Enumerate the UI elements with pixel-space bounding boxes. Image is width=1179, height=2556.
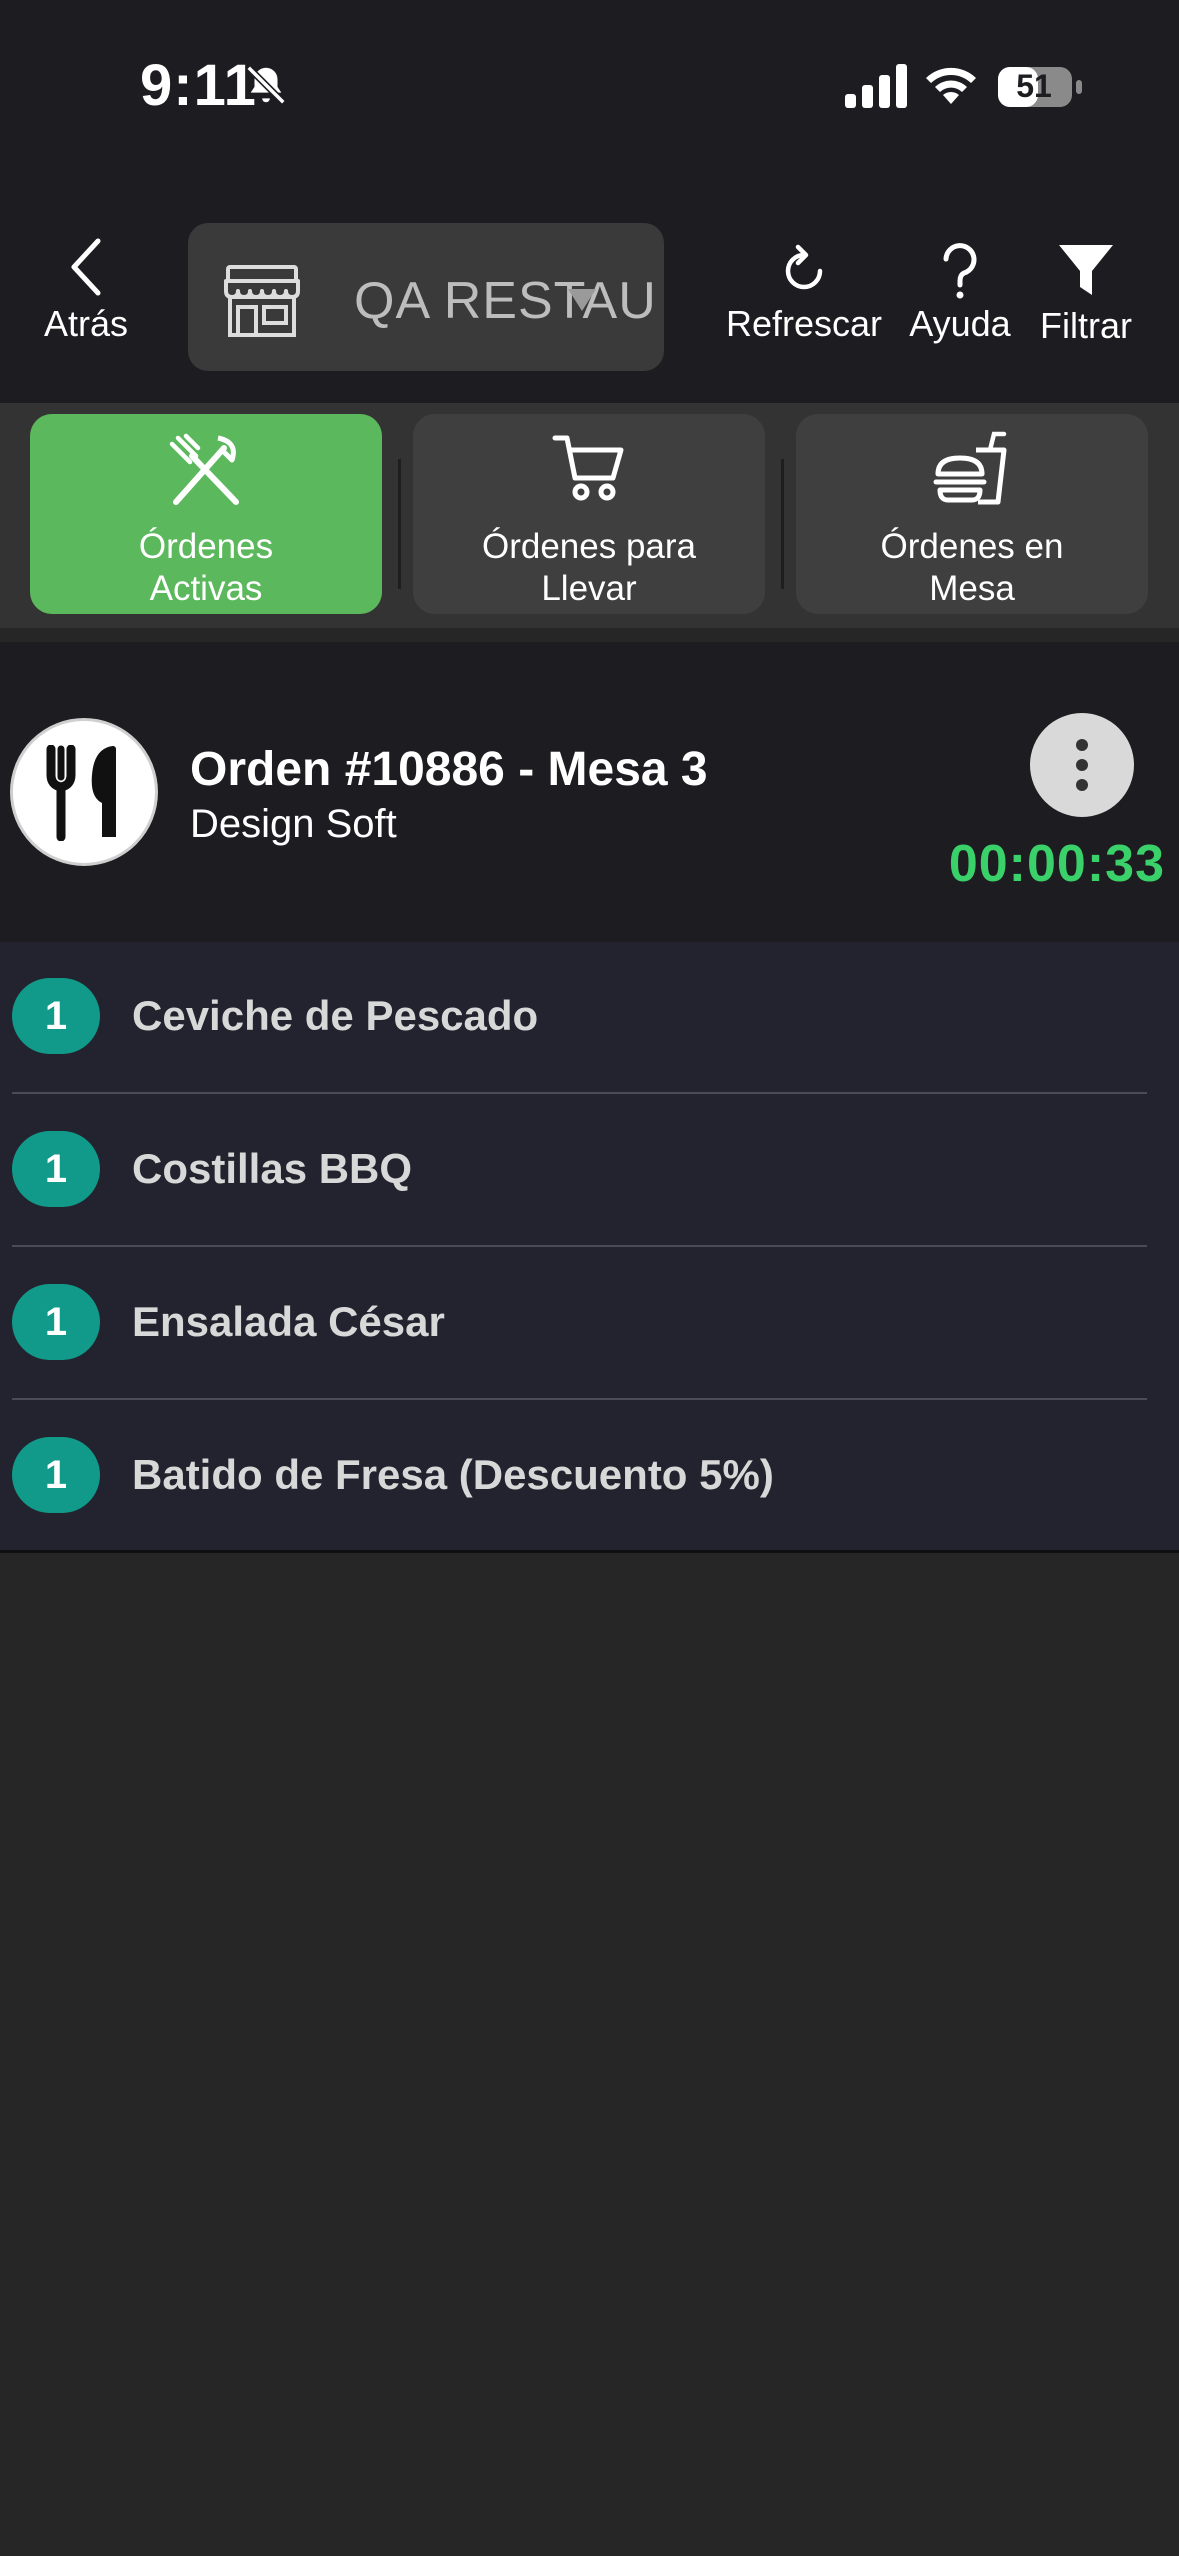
funnel-icon <box>1059 245 1113 295</box>
back-button[interactable]: Atrás <box>30 237 142 345</box>
tab-label: Órdenes para Llevar <box>481 527 697 608</box>
quantity-badge: 1 <box>12 1437 100 1513</box>
tab-label: Órdenes en Mesa <box>880 527 1064 608</box>
status-bar: 9:11 51 <box>0 0 1179 175</box>
filter-button[interactable]: Filtrar <box>1030 243 1142 347</box>
order-items-list: 1 Ceviche de Pescado 1 Costillas BBQ 1 E… <box>0 942 1179 1552</box>
status-time: 9:11 <box>140 53 257 118</box>
item-name: Batido de Fresa (Descuento 5%) <box>132 1451 774 1498</box>
more-vertical-icon <box>1076 779 1088 791</box>
tab-active-orders[interactable]: Órdenes Activas <box>30 414 382 614</box>
more-options-button[interactable] <box>1030 713 1134 817</box>
quantity-badge: 1 <box>12 978 100 1054</box>
tab-table-orders[interactable]: Órdenes en Mesa <box>796 414 1148 614</box>
tab-divider <box>398 459 401 589</box>
chevron-left-icon <box>71 238 101 296</box>
refresh-icon <box>785 244 823 290</box>
order-title: Orden #10886 - Mesa 3 <box>190 743 708 796</box>
help-label: Ayuda <box>909 303 1011 344</box>
filter-label: Filtrar <box>1040 305 1132 346</box>
more-vertical-icon <box>1076 739 1088 751</box>
refresh-button[interactable]: Refrescar <box>718 243 890 345</box>
cellular-signal-icon <box>845 64 907 108</box>
divider <box>12 1245 1147 1247</box>
quantity-badge: 1 <box>12 1131 100 1207</box>
quantity-badge: 1 <box>12 1284 100 1360</box>
order-type-tabs: Órdenes Activas Órdenes para Llevar Órde… <box>0 403 1179 628</box>
list-bottom-edge <box>0 1550 1179 1553</box>
tab-takeout-orders[interactable]: Órdenes para Llevar <box>413 414 765 614</box>
top-toolbar: Atrás QA RESTAU... Refrescar Ayuda <box>0 175 1179 403</box>
help-button[interactable]: Ayuda <box>900 243 1020 345</box>
item-name: Costillas BBQ <box>132 1145 413 1192</box>
divider <box>12 1092 1147 1094</box>
divider <box>12 1398 1147 1400</box>
caret-down-icon <box>568 289 596 311</box>
burger-drink-icon <box>933 431 1007 505</box>
item-name: Ensalada César <box>132 1298 445 1345</box>
back-label: Atrás <box>43 303 129 344</box>
order-subtitle: Design Soft <box>190 802 397 846</box>
wifi-icon <box>926 67 976 104</box>
bell-slash-icon <box>246 65 286 105</box>
store-name: QA RESTAU... <box>354 272 654 330</box>
list-item[interactable]: 1 Ensalada César <box>0 1248 1179 1400</box>
more-vertical-icon <box>1076 759 1088 771</box>
tab-divider <box>781 459 784 589</box>
battery-level: 51 <box>1016 68 1052 104</box>
order-card-header[interactable]: Orden #10886 - Mesa 3 Design Soft 00:00:… <box>0 642 1179 942</box>
question-mark-icon <box>943 243 977 299</box>
list-item[interactable]: 1 Costillas BBQ <box>0 1095 1179 1247</box>
storefront-icon <box>224 265 300 337</box>
order-type-avatar <box>10 718 158 866</box>
list-item[interactable]: 1 Ceviche de Pescado <box>0 942 1179 1094</box>
utensils-crossed-icon <box>169 433 239 505</box>
list-item[interactable]: 1 Batido de Fresa (Descuento 5%) <box>0 1401 1179 1553</box>
order-timer: 00:00:33 <box>948 835 1165 893</box>
fork-knife-icon <box>46 745 116 841</box>
store-selector[interactable]: QA RESTAU... <box>188 223 664 371</box>
item-name: Ceviche de Pescado <box>132 992 539 1039</box>
refresh-label: Refrescar <box>725 303 883 344</box>
shopping-cart-icon <box>552 435 624 501</box>
tab-label: Órdenes Activas <box>138 527 274 608</box>
